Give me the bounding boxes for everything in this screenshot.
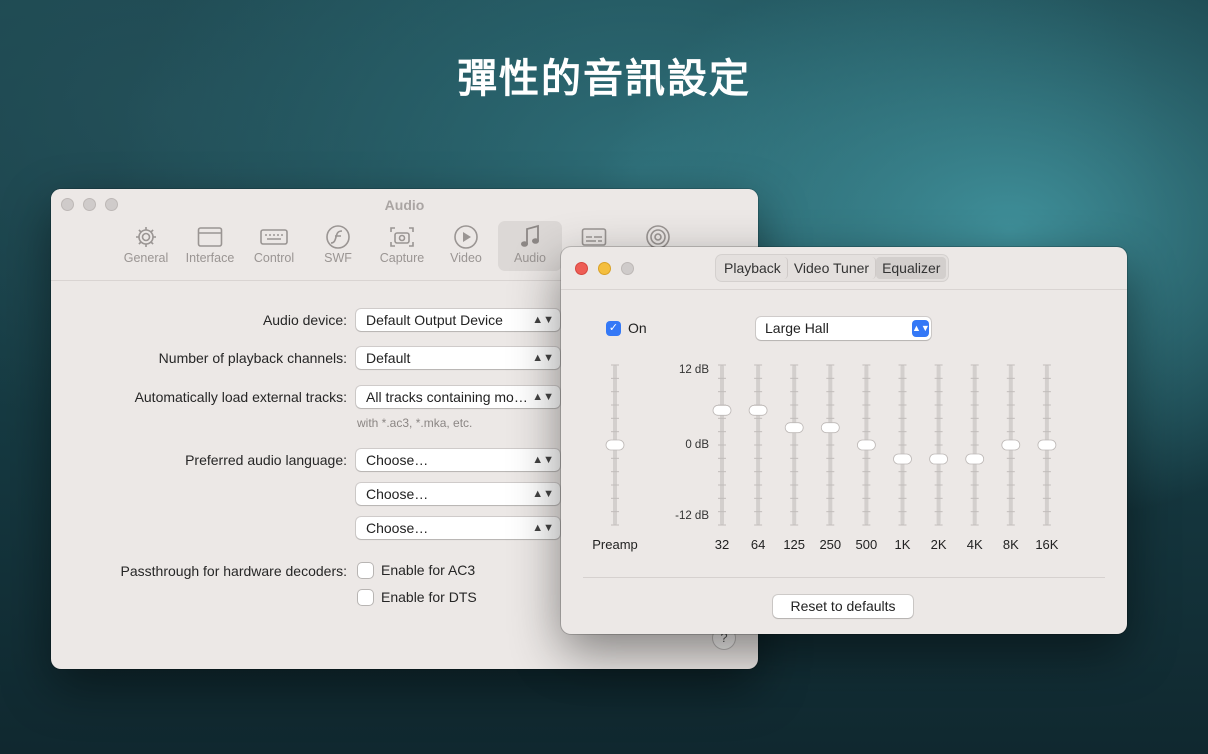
equalizer-window: Playback Video Tuner Equalizer ✓ On Larg… <box>561 247 1127 634</box>
slider-knob[interactable] <box>929 453 949 465</box>
slider-knob[interactable] <box>1037 439 1057 451</box>
preamp-slider[interactable] <box>605 364 625 526</box>
band-label: 500 <box>855 537 878 552</box>
external-tracks-hint: with *.ac3, *.mka, etc. <box>357 416 473 430</box>
headline: 彈性的音訊設定 <box>457 56 751 102</box>
slider-knob[interactable] <box>748 404 768 416</box>
slider-knob[interactable] <box>712 404 732 416</box>
external-tracks-label: Automatically load external tracks: <box>134 389 347 405</box>
chevron-updown-icon: ▲▼ <box>532 488 554 500</box>
band-label: 8K <box>1002 537 1019 552</box>
band-slider-32[interactable] <box>712 364 732 526</box>
band-slider-8k[interactable] <box>1001 364 1021 526</box>
passthrough-label: Passthrough for hardware decoders: <box>120 563 347 579</box>
band-label: 64 <box>750 537 766 552</box>
audio-language-popup-3[interactable]: Choose… ▲▼ <box>356 517 560 539</box>
camera-icon <box>370 221 434 249</box>
slider-knob[interactable] <box>856 439 876 451</box>
band-slider-250[interactable] <box>820 364 840 526</box>
window-title: Audio <box>384 197 425 213</box>
window-icon <box>178 221 242 249</box>
keyboard-icon <box>242 221 306 249</box>
chevron-updown-icon: ▲▼ <box>532 522 554 534</box>
toolbar-label: Video <box>450 251 482 265</box>
band-label: 2K <box>930 537 947 552</box>
slider-knob[interactable] <box>605 439 625 451</box>
band-label: 4K <box>966 537 983 552</box>
channels-label: Number of playback channels: <box>158 350 347 366</box>
toolbar-general[interactable]: General <box>114 221 178 271</box>
band-slider-16k[interactable] <box>1037 364 1057 526</box>
ac3-checkbox[interactable] <box>358 562 373 578</box>
band-slider-500[interactable] <box>856 364 876 526</box>
chevron-updown-icon: ▲▼ <box>532 352 554 364</box>
slider-knob[interactable] <box>1001 439 1021 451</box>
toolbar-swf[interactable]: SWF <box>306 221 370 271</box>
band-label: 32 <box>714 537 730 552</box>
ac3-checkbox-row[interactable]: Enable for AC3 <box>358 562 475 578</box>
db-bottom-label: -12 dB <box>675 510 709 522</box>
play-icon <box>434 221 498 249</box>
popup-value: Default Output Device <box>366 312 503 328</box>
ac3-label: Enable for AC3 <box>381 562 476 578</box>
audio-device-popup[interactable]: Default Output Device ▲▼ <box>356 309 560 331</box>
toolbar-video[interactable]: Video <box>434 221 498 271</box>
band-slider-125[interactable] <box>784 364 804 526</box>
band-slider-4k[interactable] <box>965 364 985 526</box>
popup-value: Choose… <box>366 520 429 536</box>
slider-knob[interactable] <box>965 453 985 465</box>
toolbar-label: Audio <box>514 251 546 265</box>
band-slider-64[interactable] <box>748 364 768 526</box>
slider-knob[interactable] <box>784 422 804 434</box>
db-mid-label: 0 dB <box>685 439 709 451</box>
audio-language-popup-1[interactable]: Choose… ▲▼ <box>356 449 560 471</box>
toolbar-interface[interactable]: Interface <box>178 221 242 271</box>
db-top-label: 12 dB <box>678 364 709 376</box>
band-label: 1K <box>894 537 911 552</box>
audio-device-label: Audio device: <box>262 312 347 328</box>
popup-value: Choose… <box>366 452 429 468</box>
reset-defaults-button[interactable]: Reset to defaults <box>773 595 913 618</box>
flash-icon <box>306 221 370 249</box>
toolbar-label: Capture <box>379 251 425 265</box>
subtitles-icon <box>562 221 626 249</box>
popup-value: Choose… <box>366 486 429 502</box>
popup-value: Default <box>366 350 411 366</box>
slider-knob[interactable] <box>893 453 912 465</box>
music-note-icon <box>498 221 562 249</box>
equalizer-sliders <box>605 364 1057 526</box>
airplay-icon <box>626 221 690 249</box>
band-slider-1k[interactable] <box>893 364 912 526</box>
audio-language-popup-2[interactable]: Choose… ▲▼ <box>356 483 560 505</box>
audio-language-label: Preferred audio language: <box>185 452 347 468</box>
toolbar-capture[interactable]: Capture <box>370 221 434 271</box>
dts-checkbox-row[interactable]: Enable for DTS <box>358 589 477 605</box>
toolbar-label: SWF <box>324 251 352 265</box>
toolbar-label: General <box>123 251 169 265</box>
band-label: 125 <box>783 537 806 552</box>
divider <box>583 577 1105 578</box>
dts-checkbox[interactable] <box>358 589 373 605</box>
toolbar-control[interactable]: Control <box>242 221 306 271</box>
chevron-updown-icon: ▲▼ <box>532 454 554 466</box>
chevron-updown-icon: ▲▼ <box>532 391 554 403</box>
preamp-label: Preamp <box>592 537 638 552</box>
band-label: 16K <box>1035 537 1059 552</box>
band-label: 250 <box>819 537 842 552</box>
toolbar-audio[interactable]: Audio <box>498 221 562 271</box>
dts-label: Enable for DTS <box>381 589 477 605</box>
toolbar-label: Control <box>253 251 295 265</box>
toolbar-label: Interface <box>185 251 235 265</box>
slider-knob[interactable] <box>820 422 840 434</box>
popup-value: All tracks containing mo… <box>366 389 528 405</box>
external-tracks-popup[interactable]: All tracks containing mo… ▲▼ <box>356 386 560 408</box>
chevron-updown-icon: ▲▼ <box>532 314 554 326</box>
channels-popup[interactable]: Default ▲▼ <box>356 347 560 369</box>
band-slider-2k[interactable] <box>929 364 949 526</box>
gear-icon <box>114 221 178 249</box>
